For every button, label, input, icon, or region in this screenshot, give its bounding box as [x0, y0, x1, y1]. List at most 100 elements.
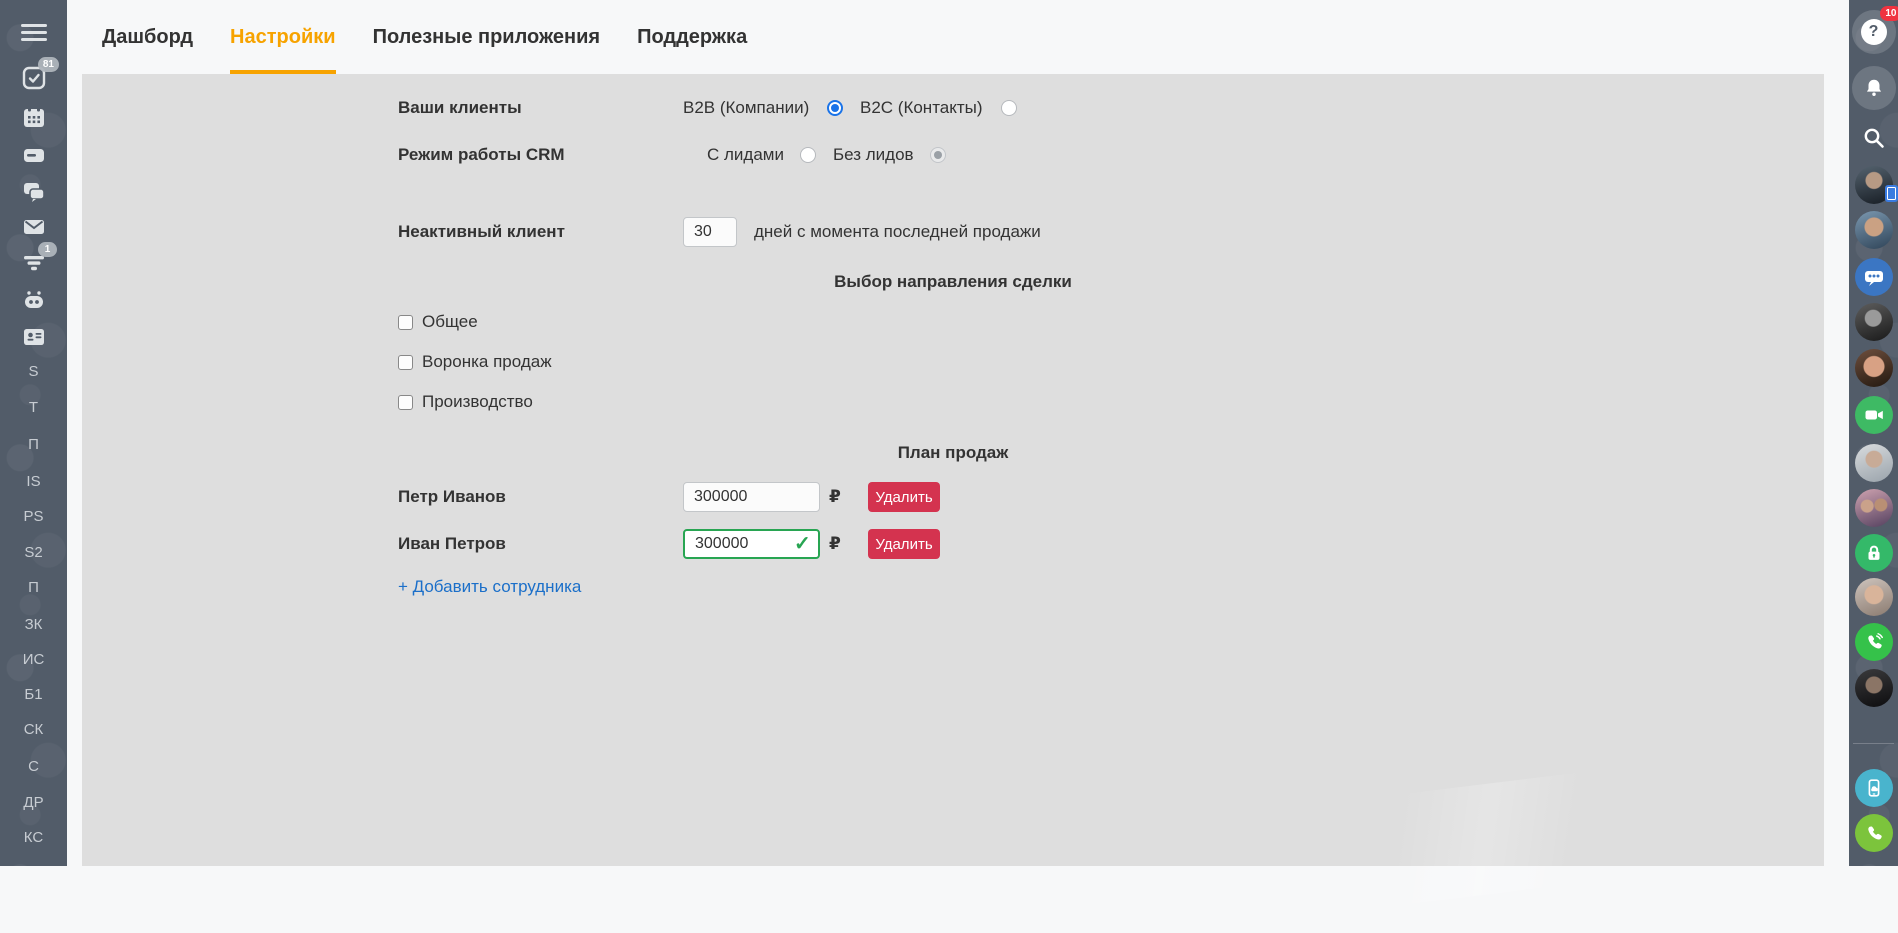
video-call-button[interactable]: [1849, 396, 1898, 434]
sidebar-item-crm[interactable]: 1: [0, 242, 67, 277]
b2b-radio[interactable]: [827, 100, 844, 116]
sidebar-item-letter[interactable]: T: [0, 398, 67, 418]
help-badge: 10: [1880, 6, 1898, 21]
right-sidebar: ? 10: [1849, 0, 1898, 866]
b2c-radio[interactable]: [1000, 100, 1017, 116]
phone-waves-icon: [1854, 623, 1893, 661]
phone-icon: [1854, 814, 1893, 852]
crm-mode-without-leads[interactable]: Без лидов: [833, 140, 946, 170]
page-header: Дашборд Настройки Полезные приложения По…: [67, 0, 1849, 74]
sidebar-item-letter[interactable]: СК: [0, 720, 67, 740]
avatar: [1854, 211, 1893, 249]
deal-direction-option: Производство: [398, 392, 533, 412]
with-leads-label: С лидами: [707, 145, 784, 164]
currency-ruble-sign: ₽: [829, 534, 841, 554]
chat-contact[interactable]: [1849, 166, 1898, 204]
currency-ruble-sign: ₽: [829, 487, 841, 507]
call-app-button[interactable]: [1849, 623, 1898, 661]
chat-contact[interactable]: [1849, 444, 1898, 482]
sales-plan-title: План продаж: [897, 443, 1009, 462]
left-sidebar: 81 1 S T П IS PS S2 П ЗК ИС Б1 СК С ДР К…: [0, 0, 67, 866]
crm-mode-with-leads[interactable]: С лидами: [707, 140, 816, 170]
avatar: [1854, 444, 1893, 482]
avatar: [1854, 349, 1893, 387]
crm-badge: 1: [38, 242, 57, 257]
general-checkbox[interactable]: [398, 314, 413, 330]
b2c-option-label: B2C (Контакты): [860, 98, 983, 117]
sidebar-menu-button[interactable]: [0, 18, 67, 46]
calendar-icon: [22, 105, 46, 129]
valid-check-icon: ✓: [794, 533, 811, 555]
avatar: [1854, 489, 1893, 527]
sidebar-item-letter[interactable]: П: [0, 578, 67, 598]
delete-employee-button[interactable]: Удалить: [868, 529, 940, 559]
mobile-cloud-icon: [1854, 769, 1893, 807]
sidebar-item-letter[interactable]: IS: [0, 472, 67, 492]
sidebar-item-tasks[interactable]: 81: [0, 57, 67, 92]
sidebar-item-drive[interactable]: [0, 141, 67, 169]
employee-name: Петр Иванов: [398, 487, 506, 506]
help-button[interactable]: ? 10: [1849, 6, 1898, 54]
mail-icon: [22, 215, 46, 239]
inactive-client-label: Неактивный клиент: [398, 222, 565, 241]
inactive-days-input[interactable]: [683, 217, 737, 247]
with-leads-radio[interactable]: [799, 147, 816, 163]
sidebar-item-letter[interactable]: ЗК: [0, 615, 67, 635]
sidebar-item-calendar[interactable]: [0, 103, 67, 131]
drive-icon: [22, 143, 46, 167]
contact-card-icon: [22, 325, 46, 349]
production-checkbox[interactable]: [398, 394, 413, 410]
deal-direction-option: Воронка продаж: [398, 352, 552, 372]
sidebar-item-letter[interactable]: ДР: [0, 793, 67, 813]
plan-amount-input[interactable]: [683, 482, 820, 512]
bot-icon: [22, 288, 46, 312]
deal-direction-option: Общее: [398, 312, 478, 332]
avatar: [1854, 166, 1898, 204]
secure-chat-button[interactable]: [1849, 534, 1898, 572]
avatar: [1854, 303, 1893, 341]
sidebar-item-letter[interactable]: Б1: [0, 685, 67, 705]
chat-contact[interactable]: [1849, 669, 1898, 707]
help-icon: ?: [1860, 19, 1887, 45]
mobile-app-badge-icon: [1884, 185, 1898, 202]
chat-contact[interactable]: [1849, 211, 1898, 249]
chat-contact[interactable]: [1849, 303, 1898, 341]
chat-contact[interactable]: [1849, 489, 1898, 527]
tab-support[interactable]: Поддержка: [637, 0, 747, 74]
sales-funnel-checkbox[interactable]: [398, 354, 413, 370]
general-checkbox-label: Общее: [422, 312, 478, 331]
chat-contact[interactable]: [1849, 349, 1898, 387]
delete-employee-button[interactable]: Удалить: [868, 482, 940, 512]
tab-dashboard[interactable]: Дашборд: [102, 0, 193, 74]
group-chat-button[interactable]: [1849, 258, 1898, 296]
sidebar-item-letter[interactable]: П: [0, 435, 67, 455]
production-checkbox-label: Производство: [422, 392, 533, 411]
clients-option-b2c[interactable]: B2C (Контакты): [860, 93, 1017, 123]
inactive-client-suffix: дней с момента последней продажи: [754, 222, 1041, 241]
search-button[interactable]: [1849, 126, 1898, 150]
mobile-cloud-button[interactable]: [1849, 769, 1898, 807]
add-employee-link[interactable]: + Добавить сотрудника: [398, 572, 581, 602]
rail-divider: [1853, 743, 1894, 744]
tab-bar: Дашборд Настройки Полезные приложения По…: [102, 0, 747, 74]
sidebar-item-letter[interactable]: С: [0, 757, 67, 777]
clients-option-b2b[interactable]: B2B (Компании): [683, 93, 844, 123]
notifications-button[interactable]: [1849, 66, 1898, 110]
without-leads-radio[interactable]: [929, 147, 946, 163]
chat-contact[interactable]: [1849, 578, 1898, 616]
search-icon: [1862, 126, 1886, 150]
tab-useful-apps[interactable]: Полезные приложения: [373, 0, 601, 74]
telephony-button[interactable]: [1849, 814, 1898, 852]
sidebar-item-letter[interactable]: S: [0, 362, 67, 382]
employee-name: Иван Петров: [398, 534, 506, 553]
bell-icon: [1863, 77, 1885, 99]
tab-settings[interactable]: Настройки: [230, 0, 336, 74]
sidebar-item-mail[interactable]: [0, 213, 67, 241]
sidebar-item-letter[interactable]: ИС: [0, 650, 67, 670]
sidebar-item-messenger[interactable]: [0, 178, 67, 206]
sidebar-item-letter[interactable]: PS: [0, 507, 67, 527]
sidebar-item-bot[interactable]: [0, 286, 67, 314]
sidebar-item-letter[interactable]: КС: [0, 828, 67, 848]
sidebar-item-contacts[interactable]: [0, 323, 67, 351]
sidebar-item-letter[interactable]: S2: [0, 543, 67, 563]
